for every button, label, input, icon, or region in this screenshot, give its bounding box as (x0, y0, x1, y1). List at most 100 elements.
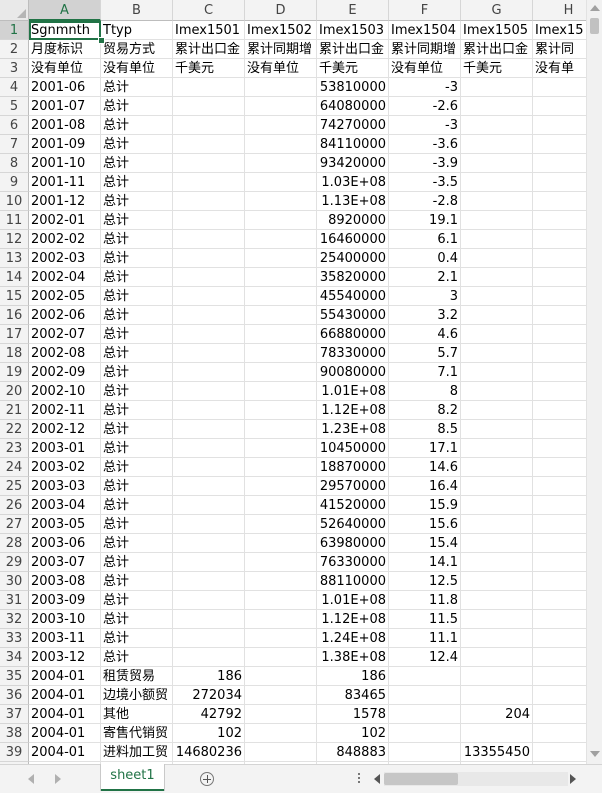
cell-a10[interactable]: 2001-12 (29, 192, 101, 211)
row-header-12[interactable]: 12 (0, 230, 29, 249)
cell-d19[interactable] (245, 363, 317, 382)
cell-h8[interactable] (533, 154, 586, 173)
row-header-19[interactable]: 19 (0, 363, 29, 382)
cell-g17[interactable] (461, 325, 533, 344)
cell-c18[interactable] (173, 344, 245, 363)
cell-c13[interactable] (173, 249, 245, 268)
cell-h29[interactable] (533, 553, 586, 572)
row-header-35[interactable]: 35 (0, 667, 29, 686)
cell-e10[interactable]: 1.13E+08 (317, 192, 389, 211)
cell-b13[interactable]: 总计 (101, 249, 173, 268)
cell-g14[interactable] (461, 268, 533, 287)
cell-g36[interactable] (461, 686, 533, 705)
row-header-1[interactable]: 1 (0, 21, 29, 40)
row-header-33[interactable]: 33 (0, 629, 29, 648)
cell-c37[interactable]: 42792 (173, 705, 245, 724)
cell-g32[interactable] (461, 610, 533, 629)
row-header-6[interactable]: 6 (0, 116, 29, 135)
cell-f19[interactable]: 7.1 (389, 363, 461, 382)
cell-g2[interactable]: 累计出口金 (461, 40, 533, 59)
cell-c36[interactable]: 272034 (173, 686, 245, 705)
row-header-30[interactable]: 30 (0, 572, 29, 591)
cell-g37[interactable]: 204 (461, 705, 533, 724)
row-header-26[interactable]: 26 (0, 496, 29, 515)
cell-e32[interactable]: 1.12E+08 (317, 610, 389, 629)
cell-b19[interactable]: 总计 (101, 363, 173, 382)
cell-a12[interactable]: 2002-02 (29, 230, 101, 249)
cell-c26[interactable] (173, 496, 245, 515)
cell-f25[interactable]: 16.4 (389, 477, 461, 496)
cell-g10[interactable] (461, 192, 533, 211)
cell-f8[interactable]: -3.9 (389, 154, 461, 173)
cell-e33[interactable]: 1.24E+08 (317, 629, 389, 648)
cell-d15[interactable] (245, 287, 317, 306)
row-header-32[interactable]: 32 (0, 610, 29, 629)
cell-g19[interactable] (461, 363, 533, 382)
cell-d24[interactable] (245, 458, 317, 477)
cell-e14[interactable]: 35820000 (317, 268, 389, 287)
cell-h30[interactable] (533, 572, 586, 591)
cell-g5[interactable] (461, 97, 533, 116)
cell-a19[interactable]: 2002-09 (29, 363, 101, 382)
cell-a39[interactable]: 2004-01 (29, 743, 101, 762)
cell-b23[interactable]: 总计 (101, 439, 173, 458)
cell-h7[interactable] (533, 135, 586, 154)
cell-c34[interactable] (173, 648, 245, 667)
select-all-corner[interactable] (0, 0, 29, 21)
cell-d30[interactable] (245, 572, 317, 591)
cell-e29[interactable]: 76330000 (317, 553, 389, 572)
cell-h20[interactable] (533, 382, 586, 401)
cell-f31[interactable]: 11.8 (389, 591, 461, 610)
cell-c10[interactable] (173, 192, 245, 211)
column-header-a[interactable]: A (29, 0, 101, 21)
cell-c38[interactable]: 102 (173, 724, 245, 743)
cell-a15[interactable]: 2002-05 (29, 287, 101, 306)
cell-h21[interactable] (533, 401, 586, 420)
cell-g9[interactable] (461, 173, 533, 192)
cell-e9[interactable]: 1.03E+08 (317, 173, 389, 192)
add-sheet-icon[interactable] (200, 772, 214, 786)
cell-b27[interactable]: 总计 (101, 515, 173, 534)
cell-a20[interactable]: 2002-10 (29, 382, 101, 401)
cell-b7[interactable]: 总计 (101, 135, 173, 154)
cell-h35[interactable] (533, 667, 586, 686)
cell-b28[interactable]: 总计 (101, 534, 173, 553)
cell-e2[interactable]: 累计出口金 (317, 40, 389, 59)
cell-c15[interactable] (173, 287, 245, 306)
cell-a18[interactable]: 2002-08 (29, 344, 101, 363)
cell-f24[interactable]: 14.6 (389, 458, 461, 477)
cell-f6[interactable]: -3 (389, 116, 461, 135)
cell-f4[interactable]: -3 (389, 78, 461, 97)
cell-c16[interactable] (173, 306, 245, 325)
cell-g13[interactable] (461, 249, 533, 268)
cell-d10[interactable] (245, 192, 317, 211)
cell-b14[interactable]: 总计 (101, 268, 173, 287)
cell-c33[interactable] (173, 629, 245, 648)
cell-e27[interactable]: 52640000 (317, 515, 389, 534)
row-header-11[interactable]: 11 (0, 211, 29, 230)
cell-h36[interactable] (533, 686, 586, 705)
cell-b38[interactable]: 寄售代销贸 (101, 724, 173, 743)
cell-f11[interactable]: 19.1 (389, 211, 461, 230)
cell-a28[interactable]: 2003-06 (29, 534, 101, 553)
cell-e38[interactable]: 102 (317, 724, 389, 743)
cell-e13[interactable]: 25400000 (317, 249, 389, 268)
cell-g28[interactable] (461, 534, 533, 553)
cell-f23[interactable]: 17.1 (389, 439, 461, 458)
cell-g11[interactable] (461, 211, 533, 230)
row-header-24[interactable]: 24 (0, 458, 29, 477)
cell-h6[interactable] (533, 116, 586, 135)
cell-e11[interactable]: 8920000 (317, 211, 389, 230)
cell-d4[interactable] (245, 78, 317, 97)
cell-f2[interactable]: 累计同期增 (389, 40, 461, 59)
cell-h10[interactable] (533, 192, 586, 211)
cell-f16[interactable]: 3.2 (389, 306, 461, 325)
prev-sheet-arrow-icon[interactable] (28, 774, 34, 784)
cell-d21[interactable] (245, 401, 317, 420)
cell-g26[interactable] (461, 496, 533, 515)
cell-h28[interactable] (533, 534, 586, 553)
cell-d25[interactable] (245, 477, 317, 496)
cell-d9[interactable] (245, 173, 317, 192)
cell-e4[interactable]: 53810000 (317, 78, 389, 97)
cell-c6[interactable] (173, 116, 245, 135)
